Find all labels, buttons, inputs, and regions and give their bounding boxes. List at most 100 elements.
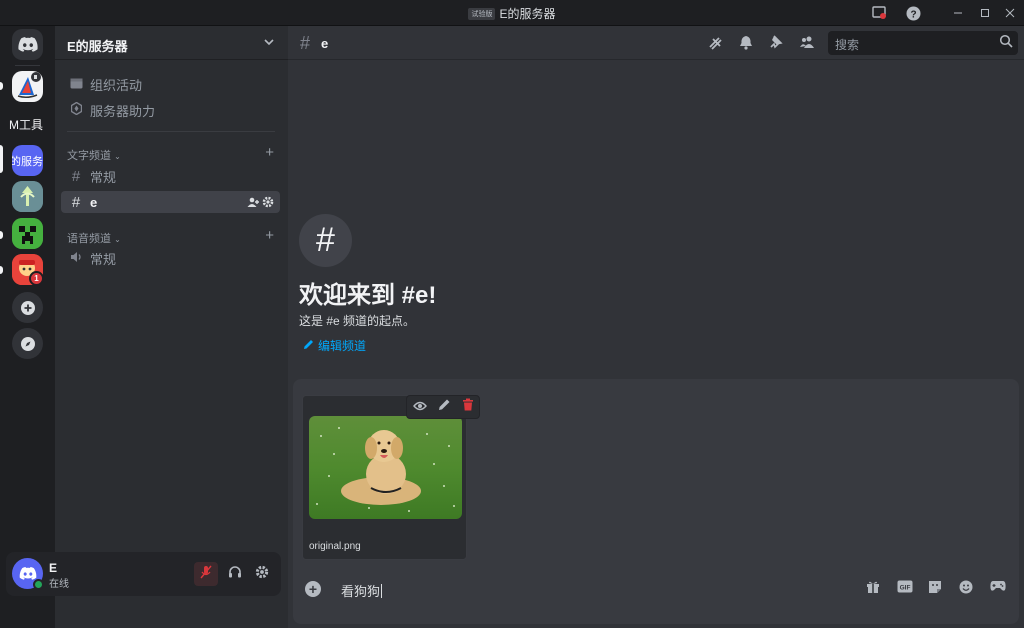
minimize-icon[interactable]: [948, 3, 968, 23]
channel-label: 常规: [90, 251, 117, 267]
mention-badge: 1: [29, 271, 44, 286]
channel-label: 常规: [90, 169, 117, 185]
channel-title: e: [321, 36, 329, 51]
guild-name: E的服务器: [67, 39, 128, 54]
edit-channel-link[interactable]: 编辑频道: [303, 337, 366, 354]
pencil-icon: [303, 339, 314, 353]
svg-text:?: ?: [910, 9, 916, 20]
add-server-icon[interactable]: [12, 292, 43, 323]
title-bar: 试验版 E的服务器 ?: [0, 0, 1024, 26]
message-input[interactable]: 看狗狗: [341, 581, 383, 600]
unread-pill: [0, 82, 3, 90]
hash-icon: #: [71, 193, 81, 211]
hash-icon: #: [300, 33, 311, 53]
search-icon: [999, 34, 1013, 53]
creeper-server-icon[interactable]: [12, 218, 43, 249]
message-input-text: 看狗狗: [341, 584, 381, 599]
headphones-icon: [228, 565, 242, 583]
user-status: 在线: [49, 579, 69, 590]
m-tools-server-label[interactable]: M工具: [9, 116, 43, 133]
upload-plus-button[interactable]: +: [305, 581, 321, 597]
add-text-channel-icon[interactable]: +: [265, 144, 274, 161]
trash-icon[interactable]: [462, 398, 474, 416]
text-category[interactable]: 文字频道 ⌄: [67, 147, 121, 163]
welcome-subtitle: 这是 #e 频道的起点。: [299, 314, 416, 328]
channel-hash-icon: #: [299, 214, 352, 267]
add-voice-channel-icon[interactable]: +: [265, 227, 274, 244]
discord-home-icon[interactable]: [12, 29, 43, 60]
eye-icon[interactable]: [412, 398, 427, 416]
voice-channel-general[interactable]: 常规: [61, 247, 280, 269]
svg-text:GIF: GIF: [900, 585, 911, 592]
selected-pill: [0, 145, 3, 173]
deafen-button[interactable]: [223, 562, 247, 586]
e-server-label: 的服务器: [12, 155, 43, 168]
inbox-icon[interactable]: [869, 3, 889, 23]
category-label: 文字频道: [67, 150, 111, 162]
attachment-card[interactable]: original.png: [302, 395, 467, 560]
sidebar-divider: [67, 131, 275, 132]
chevron-down-icon: ⌄: [114, 152, 121, 161]
channel-sidebar: E的服务器 组织活动 服务器助力 文字频道 ⌄ + # 常规 # e 语音频道 …: [55, 26, 288, 628]
gear-icon: [255, 565, 269, 584]
guild-header[interactable]: E的服务器: [55, 26, 288, 60]
tree-server-icon[interactable]: [12, 181, 43, 212]
text-caret: [381, 584, 383, 598]
calendar-icon: [68, 77, 84, 92]
members-icon[interactable]: [799, 35, 815, 52]
hash-icon: #: [71, 167, 81, 185]
search-input[interactable]: 搜索: [828, 31, 1018, 55]
attachment-filename: original.png: [309, 541, 361, 552]
channel-header: # e 搜索: [288, 26, 1024, 60]
voice-category[interactable]: 语音频道 ⌄: [67, 230, 121, 246]
speaker-icon: [68, 251, 84, 266]
user-name: E: [49, 561, 58, 575]
user-settings-button[interactable]: [250, 562, 274, 586]
e-server-icon[interactable]: 的服务器: [12, 145, 43, 176]
main-panel: # e 搜索 # 欢迎来到 #e! 这是 #e 频道的起点。 编辑频道 orig…: [288, 26, 1024, 628]
sidebar-item-events[interactable]: 组织活动: [61, 73, 280, 95]
pencil-icon[interactable]: [438, 398, 451, 416]
unread-pill: [0, 266, 3, 274]
channel-e[interactable]: # e: [61, 191, 280, 213]
sidebar-item-label: 服务器助力: [90, 103, 156, 119]
pin-icon[interactable]: [769, 35, 783, 53]
bell-icon[interactable]: [739, 35, 753, 53]
discover-icon[interactable]: [12, 328, 43, 359]
mascot-server-icon[interactable]: 1: [12, 254, 44, 286]
attachment-image-dog[interactable]: [309, 416, 462, 519]
message-composer: original.png + 看狗狗 GIF: [293, 379, 1019, 624]
chevron-down-icon: ⌄: [114, 235, 121, 244]
invite-icon[interactable]: [247, 196, 259, 211]
mute-mic-button[interactable]: [194, 562, 218, 586]
rail-divider: [15, 65, 40, 66]
edit-channel-label: 编辑频道: [318, 339, 367, 353]
maximize-icon[interactable]: [975, 3, 995, 23]
channel-label: e: [90, 194, 98, 210]
mj-server-icon[interactable]: [12, 71, 43, 102]
sticker-icon[interactable]: [928, 580, 942, 597]
sidebar-item-label: 组织活动: [90, 77, 143, 93]
sidebar-item-boost[interactable]: 服务器助力: [61, 99, 280, 121]
gear-icon[interactable]: [262, 196, 274, 211]
attachment-actions: [406, 395, 480, 419]
unread-pill: [0, 231, 3, 239]
server-rail: M工具 的服务器 1: [0, 26, 55, 628]
activities-icon[interactable]: [990, 580, 1006, 595]
threads-icon[interactable]: [708, 35, 723, 53]
close-icon[interactable]: [1000, 3, 1020, 23]
welcome-title: 欢迎来到 #e!: [299, 282, 437, 309]
online-status-dot: [33, 579, 44, 590]
mic-off-icon: [199, 565, 213, 584]
emoji-icon[interactable]: [959, 580, 973, 597]
chevron-down-icon: [264, 35, 274, 49]
help-icon[interactable]: ?: [903, 3, 923, 23]
window-title-tag: 试验版: [468, 8, 496, 20]
search-placeholder: 搜索: [835, 38, 860, 52]
window-title-text: E的服务器: [499, 7, 556, 21]
gif-icon[interactable]: GIF: [897, 580, 913, 596]
gift-icon[interactable]: [866, 580, 880, 596]
channel-general[interactable]: # 常规: [61, 165, 280, 187]
boost-icon: [68, 101, 84, 118]
category-label: 语音频道: [67, 233, 111, 245]
